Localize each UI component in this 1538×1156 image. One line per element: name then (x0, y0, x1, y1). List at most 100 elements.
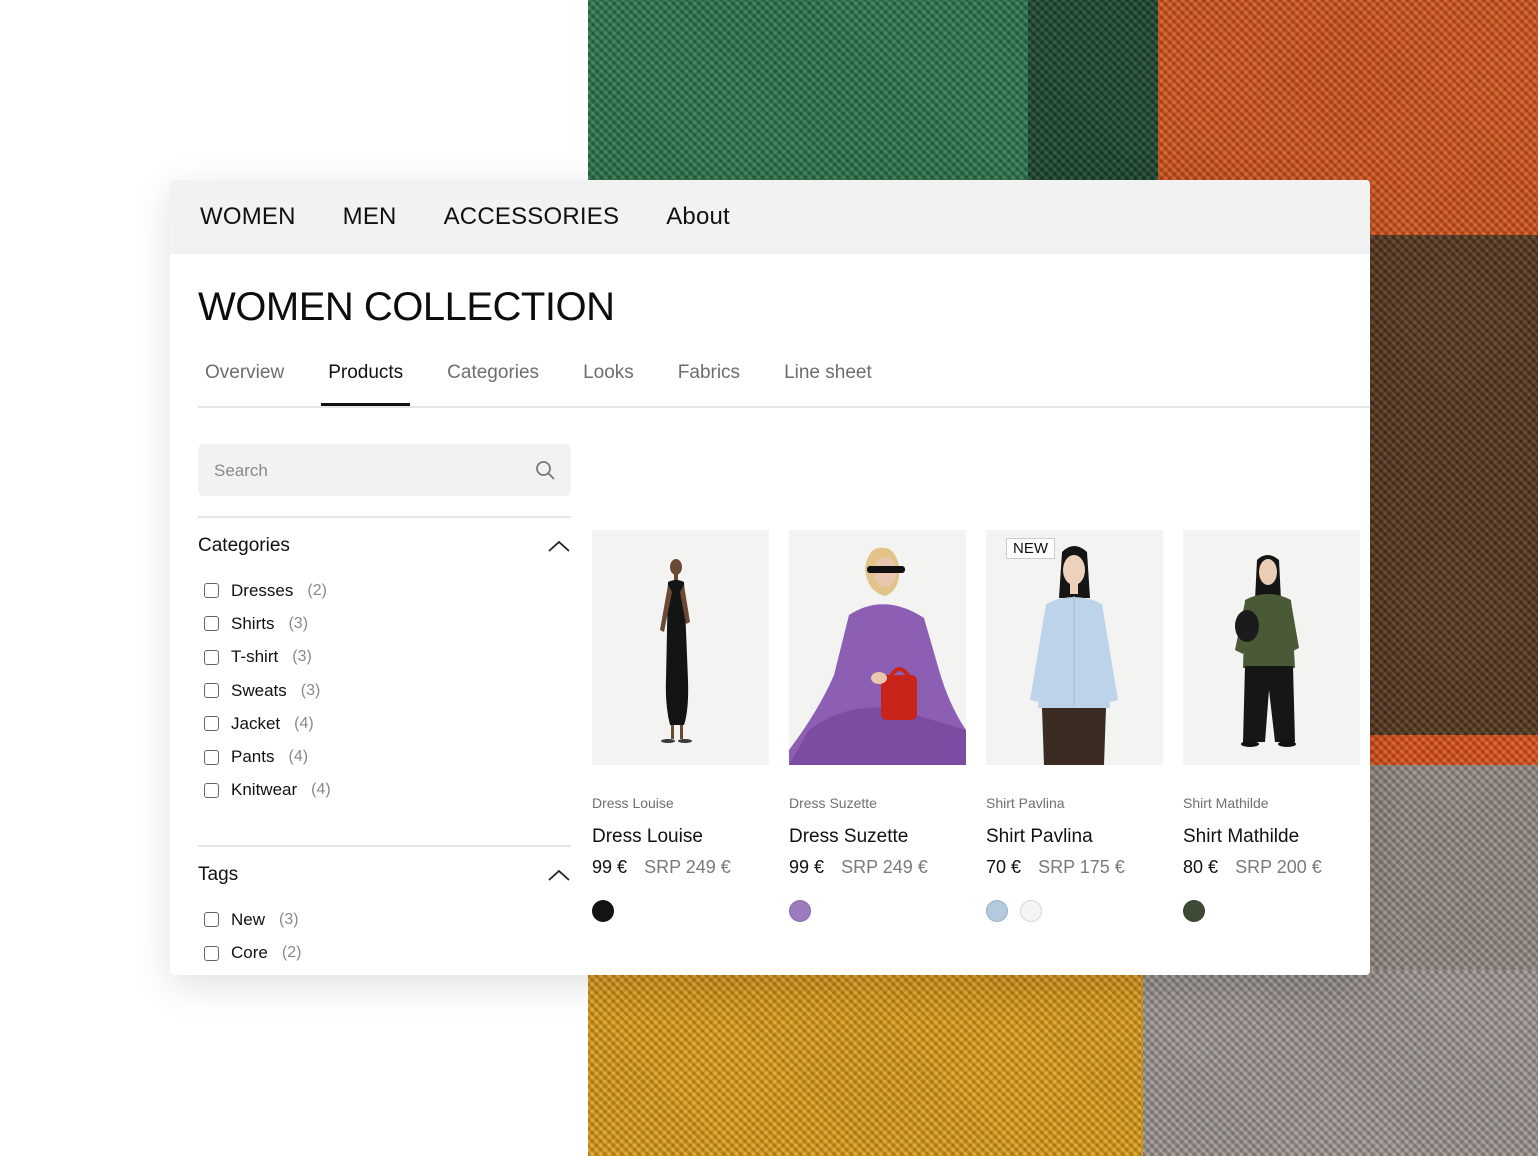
product-price: 99 € (592, 857, 628, 877)
tags-filter-title: Tags (198, 864, 239, 886)
tab-products[interactable]: Products (321, 358, 411, 406)
checkbox[interactable] (204, 782, 219, 798)
option-label: Shirts (231, 613, 275, 633)
product-name[interactable]: Dress Louise (592, 826, 769, 848)
product-price: 70 € (986, 857, 1022, 877)
product-card[interactable]: NEW Shirt Pavlina Shirt Pavlina 70 € SRP… (986, 530, 1163, 922)
product-price-row: 99 € SRP 249 € (592, 857, 769, 878)
checkbox[interactable] (204, 649, 219, 665)
filter-option-dresses[interactable]: Dresses (2) (198, 574, 571, 607)
model-figure-blue-shirt (1030, 546, 1118, 765)
checkbox[interactable] (204, 749, 219, 765)
option-label: Pants (231, 747, 275, 767)
tab-looks[interactable]: Looks (576, 358, 641, 404)
checkbox[interactable] (204, 716, 219, 732)
filter-option-tshirt[interactable]: T-shirt (3) (198, 641, 571, 674)
checkbox[interactable] (204, 683, 219, 699)
color-swatch[interactable] (1183, 900, 1205, 922)
color-swatches (986, 900, 1163, 922)
checkbox[interactable] (204, 616, 219, 632)
search-icon[interactable] (535, 460, 555, 480)
chevron-up-icon[interactable] (547, 868, 571, 882)
product-price-row: 99 € SRP 249 € (789, 857, 966, 878)
search-box (198, 444, 571, 498)
option-count: (2) (307, 581, 327, 599)
tags-filter-header[interactable]: Tags (198, 847, 571, 903)
nav-accessories[interactable]: ACCESSORIES (444, 203, 620, 231)
chevron-up-icon[interactable] (547, 539, 571, 553)
product-price-row: 80 € SRP 200 € (1183, 857, 1360, 878)
product-subtitle: Dress Louise (592, 795, 674, 811)
option-count: (3) (279, 910, 299, 928)
option-label: New (231, 909, 266, 929)
color-swatches (789, 900, 966, 922)
product-subtitle: Shirt Mathilde (1183, 795, 1269, 811)
filter-option-sweats[interactable]: Sweats (3) (198, 674, 571, 707)
product-srp: SRP 200 € (1235, 857, 1322, 877)
option-count: (3) (292, 648, 312, 666)
checkbox[interactable] (204, 583, 219, 599)
option-label: Core (231, 943, 268, 963)
product-price: 80 € (1183, 857, 1219, 877)
option-label: Sweats (231, 680, 287, 700)
option-count: (4) (294, 714, 314, 732)
tags-filter: Tags New (3) Core (2) (198, 845, 571, 970)
product-image[interactable] (592, 530, 769, 765)
product-name[interactable]: Shirt Mathilde (1183, 826, 1360, 848)
product-price-row: 70 € SRP 175 € (986, 857, 1163, 878)
product-image[interactable]: NEW (986, 530, 1163, 765)
tab-fabrics[interactable]: Fabrics (671, 358, 747, 404)
option-label: Knitwear (231, 780, 298, 800)
search-input[interactable] (198, 444, 516, 498)
tab-categories[interactable]: Categories (440, 358, 546, 404)
product-srp: SRP 175 € (1038, 857, 1125, 877)
product-name[interactable]: Dress Suzette (789, 826, 966, 848)
nav-women[interactable]: WOMEN (200, 203, 296, 231)
option-count: (3) (300, 681, 321, 699)
tab-overview[interactable]: Overview (198, 358, 291, 404)
model-figure-green-shirt (1235, 555, 1299, 747)
option-label: Jacket (231, 713, 281, 733)
product-subtitle: Dress Suzette (789, 795, 877, 811)
checkbox[interactable] (204, 912, 219, 928)
filter-option-new[interactable]: New (3) (198, 903, 571, 936)
product-price: 99 € (789, 857, 825, 877)
filter-option-shirts[interactable]: Shirts (3) (198, 607, 571, 640)
product-card[interactable]: Shirt Mathilde Shirt Mathilde 80 € SRP 2… (1183, 530, 1360, 922)
option-label: Dresses (231, 580, 294, 600)
filter-option-knitwear[interactable]: Knitwear (4) (198, 774, 571, 807)
product-grid: Dress Louise Dress Louise 99 € SRP 249 € (592, 530, 1360, 922)
color-swatch[interactable] (789, 900, 811, 922)
color-swatch[interactable] (1020, 900, 1042, 922)
new-badge: NEW (1006, 538, 1055, 559)
filter-option-core[interactable]: Core (2) (198, 936, 571, 969)
color-swatch[interactable] (986, 900, 1008, 922)
color-swatch[interactable] (592, 900, 614, 922)
product-name[interactable]: Shirt Pavlina (986, 826, 1163, 848)
categories-filter-title: Categories (198, 535, 290, 556)
product-srp: SRP 249 € (644, 857, 731, 877)
product-srp: SRP 249 € (841, 857, 928, 877)
option-count: (4) (311, 781, 331, 799)
color-swatches (592, 900, 769, 922)
product-card[interactable]: Dress Louise Dress Louise 99 € SRP 249 € (592, 530, 769, 922)
top-navigation: WOMEN MEN ACCESSORIES About (170, 180, 1370, 254)
color-swatches (1183, 900, 1360, 922)
product-image[interactable] (789, 530, 966, 765)
nav-about[interactable]: About (666, 203, 730, 231)
tab-bar: Overview Products Categories Looks Fabri… (198, 358, 1370, 408)
app-window: WOMEN MEN ACCESSORIES About WOMEN COLLEC… (170, 180, 1370, 975)
product-subtitle: Shirt Pavlina (986, 795, 1065, 811)
filter-option-pants[interactable]: Pants (4) (198, 740, 571, 773)
filter-sidebar: Categories Dresses (2) Shirts (3) T-shir… (198, 444, 571, 970)
categories-filter-header[interactable]: Categories (198, 518, 571, 574)
product-card[interactable]: Dress Suzette Dress Suzette 99 € SRP 249… (789, 530, 966, 922)
model-figure-purple-suit (789, 547, 966, 765)
nav-men[interactable]: MEN (343, 203, 397, 231)
option-count: (4) (288, 748, 309, 766)
categories-filter: Categories Dresses (2) Shirts (3) T-shir… (198, 516, 571, 807)
checkbox[interactable] (204, 945, 219, 961)
filter-option-jacket[interactable]: Jacket (4) (198, 707, 571, 740)
product-image[interactable] (1183, 530, 1360, 765)
tab-line-sheet[interactable]: Line sheet (777, 358, 879, 404)
